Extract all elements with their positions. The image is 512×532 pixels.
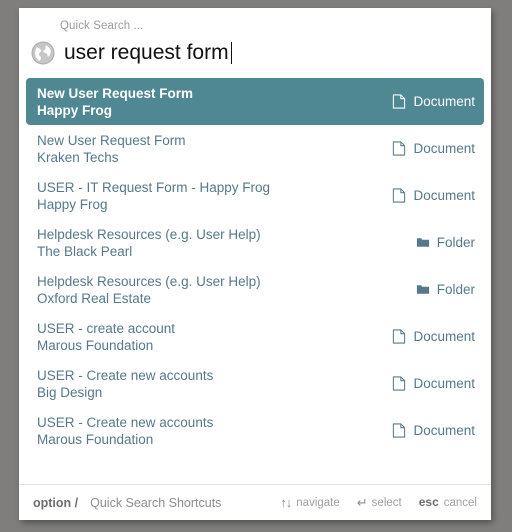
search-caption: Quick Search ... — [60, 20, 144, 32]
search-result-row[interactable]: New User Request Form Kraken Techs Documen… — [26, 125, 484, 172]
result-type-label: Document — [413, 94, 475, 109]
search-header: Quick Search ... — [19, 8, 491, 78]
search-result-row[interactable]: USER - create account Marous Foundation Do… — [26, 313, 484, 360]
result-title: New User Request Form — [37, 85, 194, 101]
quick-search-panel: Quick Search ... New User Request FormHa… — [19, 8, 491, 520]
search-input-wrap[interactable] — [64, 40, 491, 66]
search-row — [19, 40, 491, 72]
folder-icon — [416, 282, 430, 297]
footer-caption: Quick Search Shortcuts — [90, 495, 222, 510]
result-title: USER - Create new accounts — [37, 414, 214, 430]
shortcut-label-cancel: cancel — [443, 496, 477, 509]
result-subtitle: Oxford Real Estate — [37, 290, 152, 306]
document-icon — [392, 188, 406, 203]
result-type-label: Folder — [436, 282, 475, 297]
document-icon — [392, 94, 406, 109]
document-icon — [392, 423, 406, 438]
result-subtitle: Happy Frog — [37, 102, 113, 118]
result-subtitle: Marous Foundation — [37, 337, 154, 353]
result-type: Document — [380, 188, 475, 203]
result-type: Document — [380, 329, 475, 344]
result-type-label: Document — [413, 141, 475, 156]
result-type-label: Document — [413, 376, 475, 391]
search-results-list: New User Request Form Happy Frog Document N… — [19, 78, 491, 484]
result-text: New User Request Form Happy Frog — [37, 85, 193, 119]
shortcut-navigate: ↑↓ navigate — [280, 496, 339, 509]
result-title: Helpdesk Resources (e.g. User Help) — [37, 226, 261, 242]
result-type: Document — [380, 141, 475, 156]
globe-icon — [30, 40, 56, 66]
result-text: Helpdesk Resources (e.g. User Help) Oxfor… — [37, 273, 261, 307]
document-icon — [392, 329, 406, 344]
search-result-row[interactable]: New User Request Form Happy Frog Document — [26, 78, 484, 125]
result-type: Document — [380, 94, 475, 109]
result-type: Document — [380, 376, 475, 391]
result-type: Folder — [404, 282, 475, 297]
search-result-row[interactable]: Helpdesk Resources (e.g. User Help) The B… — [26, 219, 484, 266]
document-icon — [392, 376, 406, 391]
result-title: USER - Create new accounts — [37, 367, 214, 383]
result-type-label: Folder — [436, 235, 475, 250]
result-title: USER - IT Request Form - Happy Frog — [37, 179, 271, 195]
shortcut-cancel: esc cancel — [419, 496, 477, 509]
shortcut-label-navigate: navigate — [296, 496, 340, 509]
result-type-label: Document — [413, 423, 475, 438]
shortcut-select: ↵ select — [357, 496, 402, 509]
option-key-label: option / — [33, 495, 79, 510]
result-text: USER - Create new accounts Marous Foundat… — [37, 414, 213, 448]
result-text: Helpdesk Resources (e.g. User Help) The B… — [37, 226, 261, 260]
result-text: New User Request Form Kraken Techs — [37, 132, 186, 166]
result-subtitle: Big Design — [37, 384, 103, 400]
footer-left: option / Quick Search Shortcuts — [33, 496, 221, 510]
search-result-row[interactable]: USER - Create new accounts Big Design Docu… — [26, 360, 484, 407]
result-subtitle: Marous Foundation — [37, 431, 154, 447]
search-result-row[interactable]: USER - Create new accounts Marous Foundat… — [26, 407, 484, 454]
result-title: New User Request Form — [37, 132, 186, 148]
result-subtitle: Kraken Techs — [37, 149, 119, 165]
folder-icon — [416, 235, 430, 250]
footer-shortcuts: ↑↓ navigate ↵ select esc cancel — [280, 496, 477, 510]
search-input[interactable] — [64, 40, 231, 66]
result-type-label: Document — [413, 329, 475, 344]
shortcut-glyph-navigate-icon: ↑↓ — [280, 495, 292, 510]
shortcuts-footer: option / Quick Search Shortcuts ↑↓ naviga… — [19, 484, 491, 520]
shortcut-label-select: select — [371, 496, 402, 509]
document-icon — [392, 141, 406, 156]
result-text: USER - IT Request Form - Happy Frog Happy… — [37, 179, 270, 213]
search-result-row[interactable]: USER - IT Request Form - Happy Frog Happy… — [26, 172, 484, 219]
text-cursor — [230, 42, 232, 64]
shortcut-glyph-cancel-icon: esc — [418, 495, 439, 509]
result-subtitle: Happy Frog — [37, 196, 108, 212]
result-title: USER - create account — [37, 320, 176, 336]
result-type: Folder — [404, 235, 475, 250]
result-type: Document — [380, 423, 475, 438]
result-text: USER - create account Marous Foundation — [37, 320, 175, 354]
search-result-row[interactable]: Helpdesk Resources (e.g. User Help) Oxfor… — [26, 266, 484, 313]
shortcut-glyph-select-icon: ↵ — [356, 495, 368, 510]
result-text: USER - Create new accounts Big Design — [37, 367, 213, 401]
result-title: Helpdesk Resources (e.g. User Help) — [37, 273, 261, 289]
result-subtitle: The Black Pearl — [37, 243, 133, 259]
result-type-label: Document — [413, 188, 475, 203]
